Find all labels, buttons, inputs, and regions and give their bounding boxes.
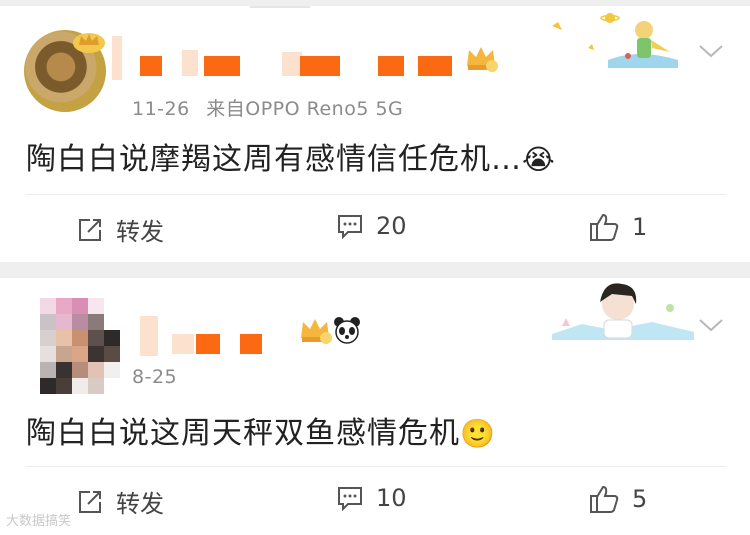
comment-icon [338, 215, 362, 240]
post-meta: 8-25 [132, 366, 177, 388]
chevron-down-icon[interactable] [698, 44, 724, 58]
username-blur [204, 56, 240, 76]
repost-button[interactable]: 转发 [76, 212, 164, 247]
avatar[interactable] [40, 298, 122, 394]
comment-icon [338, 487, 362, 512]
card-decoration-icon [552, 13, 678, 68]
card-decoration-icon [552, 283, 694, 340]
thumbs-up-icon [590, 213, 619, 241]
panda-icon [334, 317, 360, 344]
repost-label: 转发 [116, 490, 164, 518]
username-blur [172, 334, 194, 354]
smile-emoji-icon: 🙂 [460, 417, 496, 450]
share-icon [79, 218, 101, 241]
post-text: 陶白白说摩羯这周有感情信任危机…😭 [26, 134, 556, 178]
repost-button[interactable]: 转发 [76, 484, 164, 519]
vip-crown-icon [467, 47, 498, 72]
watermark: 大数据搞笑 [6, 510, 71, 529]
post-meta: 11-26 来自OPPO Reno5 5G [132, 94, 403, 121]
username-blur [282, 52, 302, 76]
vip-crown-icon [301, 319, 332, 344]
username-blur [140, 316, 158, 356]
comment-button[interactable]: 10 [336, 484, 407, 512]
username-blur [300, 56, 340, 76]
like-count: 5 [632, 485, 648, 513]
comment-count: 10 [376, 484, 407, 512]
thumbs-up-icon [590, 485, 619, 513]
username-blur [182, 50, 198, 76]
like-count: 1 [632, 213, 648, 241]
comment-count: 20 [376, 212, 407, 240]
watermark-text: 大数据搞笑 [6, 514, 72, 529]
like-button[interactable]: 1 [588, 212, 647, 242]
repost-label: 转发 [116, 218, 164, 246]
username-blur [418, 56, 452, 76]
divider [26, 466, 726, 467]
top-divider [250, 6, 310, 8]
divider [26, 194, 726, 195]
post-date: 8-25 [132, 366, 178, 388]
crown-badge-icon [73, 33, 105, 53]
username-blur [196, 334, 220, 354]
comment-button[interactable]: 20 [336, 212, 407, 240]
username-blur [112, 36, 122, 80]
post-text: 陶白白说这周天秤双鱼感情危机🙂 [26, 408, 496, 452]
post-date: 11-26 [132, 98, 190, 120]
post-source[interactable]: 来自OPPO Reno5 5G [206, 98, 403, 120]
like-button[interactable]: 5 [588, 484, 647, 514]
post-text-body: 陶白白说摩羯这周有感情信任危机… [26, 142, 522, 177]
username-blur [378, 56, 404, 76]
crying-emoji-icon: 😭 [522, 143, 556, 176]
post-text-body: 陶白白说这周天秤双鱼感情危机 [26, 416, 460, 451]
username-blur [240, 334, 262, 354]
share-icon [79, 490, 101, 513]
username-blur [140, 56, 162, 76]
chevron-down-icon[interactable] [698, 318, 724, 332]
